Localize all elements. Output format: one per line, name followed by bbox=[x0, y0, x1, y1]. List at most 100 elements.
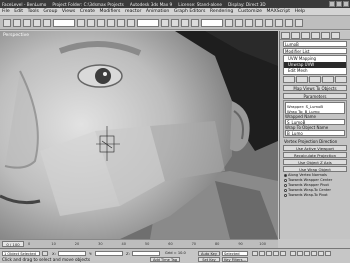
tick-label: 20 bbox=[74, 242, 80, 246]
menu-customize[interactable]: Customize bbox=[238, 9, 262, 14]
menu-reactor[interactable]: reactor bbox=[125, 9, 141, 14]
snap-icon[interactable] bbox=[171, 18, 179, 27]
z-coordinate-field[interactable] bbox=[132, 251, 160, 256]
mirror-icon[interactable] bbox=[225, 18, 233, 27]
motion-tab-icon[interactable] bbox=[311, 32, 320, 39]
use-active-viewport-button[interactable]: Use Active Viewport bbox=[283, 145, 347, 151]
wrap-list[interactable]: Wrapper: S_LumoB Wrap To: B_Lumo bbox=[285, 102, 345, 114]
grid-size: Grid = 10.0 bbox=[164, 251, 194, 256]
tick-label: 90 bbox=[238, 242, 243, 246]
align-icon[interactable] bbox=[235, 18, 243, 27]
modify-tab-icon[interactable] bbox=[291, 32, 300, 39]
lock-selection-icon[interactable] bbox=[42, 251, 48, 256]
menu-animation[interactable]: Animation bbox=[146, 9, 169, 14]
menu-graph-editors[interactable]: Graph Editors bbox=[174, 9, 206, 14]
menu-bar: File Edit Tools Group Views Create Modif… bbox=[0, 8, 350, 16]
orbit-icon[interactable] bbox=[318, 251, 324, 256]
maximize-viewport-icon[interactable] bbox=[325, 251, 331, 256]
previous-frame-icon[interactable] bbox=[259, 251, 265, 256]
undo-icon[interactable] bbox=[3, 18, 11, 27]
use-wrap-object-button[interactable]: Use Wrap Object bbox=[283, 166, 347, 172]
bind-icon[interactable] bbox=[43, 18, 51, 27]
key-filters-button[interactable]: Key Filters... bbox=[222, 257, 248, 262]
menu-file[interactable]: File bbox=[2, 9, 10, 14]
play-icon[interactable] bbox=[266, 251, 272, 256]
selected-dropdown[interactable]: Selected bbox=[222, 251, 248, 256]
menu-maxscript[interactable]: MAXScript bbox=[266, 9, 290, 14]
next-frame-icon[interactable] bbox=[273, 251, 279, 256]
recalculate-projection-button[interactable]: Recalculate Projection bbox=[283, 152, 347, 158]
menu-group[interactable]: Group bbox=[43, 9, 57, 14]
rollout-map-views[interactable]: Map Views To Objects bbox=[283, 85, 347, 91]
time-slider[interactable]: 0 / 100 bbox=[2, 241, 24, 247]
x-coordinate-field[interactable] bbox=[58, 251, 86, 256]
move-icon[interactable] bbox=[107, 18, 115, 27]
remove-modifier-icon[interactable] bbox=[322, 76, 334, 83]
maximize-icon[interactable] bbox=[336, 1, 342, 7]
redo-icon[interactable] bbox=[13, 18, 21, 27]
go-to-start-icon[interactable] bbox=[252, 251, 258, 256]
hierarchy-tab-icon[interactable] bbox=[301, 32, 310, 39]
schematic-icon[interactable] bbox=[265, 18, 273, 27]
set-key-button[interactable]: Set Key bbox=[198, 257, 220, 262]
curve-editor-icon[interactable] bbox=[255, 18, 263, 27]
minimize-icon[interactable] bbox=[329, 1, 335, 7]
pin-stack-icon[interactable] bbox=[283, 76, 295, 83]
use-object-z-axis-button[interactable]: Use Object Z Axis bbox=[283, 159, 347, 165]
modifier-stack[interactable]: UVW Mapping Unwrap UVW Edit Mesh bbox=[283, 55, 347, 75]
menu-rendering[interactable]: Rendering bbox=[210, 9, 233, 14]
region-icon[interactable] bbox=[97, 18, 105, 27]
create-tab-icon[interactable] bbox=[281, 32, 290, 39]
pan-icon[interactable] bbox=[311, 251, 317, 256]
modifier-list-dropdown[interactable]: Modifier List bbox=[283, 48, 347, 54]
render-setup-icon[interactable] bbox=[285, 18, 293, 27]
stack-item[interactable]: Edit Mesh bbox=[284, 68, 346, 74]
link-icon[interactable] bbox=[23, 18, 31, 27]
layers-icon[interactable] bbox=[245, 18, 253, 27]
menu-tools[interactable]: Tools bbox=[28, 9, 39, 14]
menu-edit[interactable]: Edit bbox=[14, 9, 23, 14]
time-trackbar[interactable]: 0 / 100 0 10 20 30 40 50 60 70 80 90 100 bbox=[0, 239, 278, 248]
select-icon[interactable] bbox=[77, 18, 85, 27]
percent-snap-icon[interactable] bbox=[191, 18, 199, 27]
selection-filter[interactable] bbox=[53, 18, 75, 27]
zoom-extents-icon[interactable] bbox=[304, 251, 310, 256]
close-icon[interactable] bbox=[343, 1, 349, 7]
select-by-name-icon[interactable] bbox=[87, 18, 95, 27]
tick-label: 50 bbox=[144, 242, 150, 246]
pivot-icon[interactable] bbox=[161, 18, 169, 27]
x-label: X: bbox=[52, 251, 56, 256]
radio-towards-wrap-to-pivot[interactable]: Towards Wrap-To Pivot bbox=[284, 193, 350, 198]
wrap-to-field[interactable]: B_Lumo bbox=[285, 130, 345, 136]
perspective-viewport[interactable]: Perspective bbox=[0, 31, 278, 239]
zoom-icon[interactable] bbox=[290, 251, 296, 256]
quick-render-icon[interactable] bbox=[295, 18, 303, 27]
viewport-label[interactable]: Perspective bbox=[3, 33, 29, 38]
go-to-end-icon[interactable] bbox=[280, 251, 286, 256]
show-end-result-icon[interactable] bbox=[296, 76, 308, 83]
menu-modifiers[interactable]: Modifiers bbox=[99, 9, 120, 14]
utilities-tab-icon[interactable] bbox=[331, 32, 340, 39]
configure-sets-icon[interactable] bbox=[335, 76, 347, 83]
add-time-tag-button[interactable]: Add Time Tag bbox=[150, 257, 180, 262]
wrap-list-group: Wrapper: S_LumoB Wrap To: B_Lumo Wrapped… bbox=[283, 100, 347, 138]
menu-create[interactable]: Create bbox=[80, 9, 95, 14]
make-unique-icon[interactable] bbox=[309, 76, 321, 83]
named-selection[interactable] bbox=[201, 18, 223, 27]
scale-icon[interactable] bbox=[127, 18, 135, 27]
material-editor-icon[interactable] bbox=[275, 18, 283, 27]
y-coordinate-field[interactable] bbox=[95, 251, 123, 256]
rollout-parameters[interactable]: Parameters bbox=[283, 93, 347, 99]
menu-help[interactable]: Help bbox=[295, 9, 305, 14]
display-tab-icon[interactable] bbox=[321, 32, 330, 39]
zoom-all-icon[interactable] bbox=[297, 251, 303, 256]
angle-snap-icon[interactable] bbox=[181, 18, 189, 27]
reference-coord[interactable] bbox=[137, 18, 159, 27]
unlink-icon[interactable] bbox=[33, 18, 41, 27]
auto-key-button[interactable]: Auto Key bbox=[198, 251, 220, 256]
rotate-icon[interactable] bbox=[117, 18, 125, 27]
z-label: Z: bbox=[126, 251, 130, 256]
object-name-field[interactable]: LumoB bbox=[283, 41, 347, 47]
menu-views[interactable]: Views bbox=[62, 9, 75, 14]
radio-icon bbox=[284, 189, 287, 192]
